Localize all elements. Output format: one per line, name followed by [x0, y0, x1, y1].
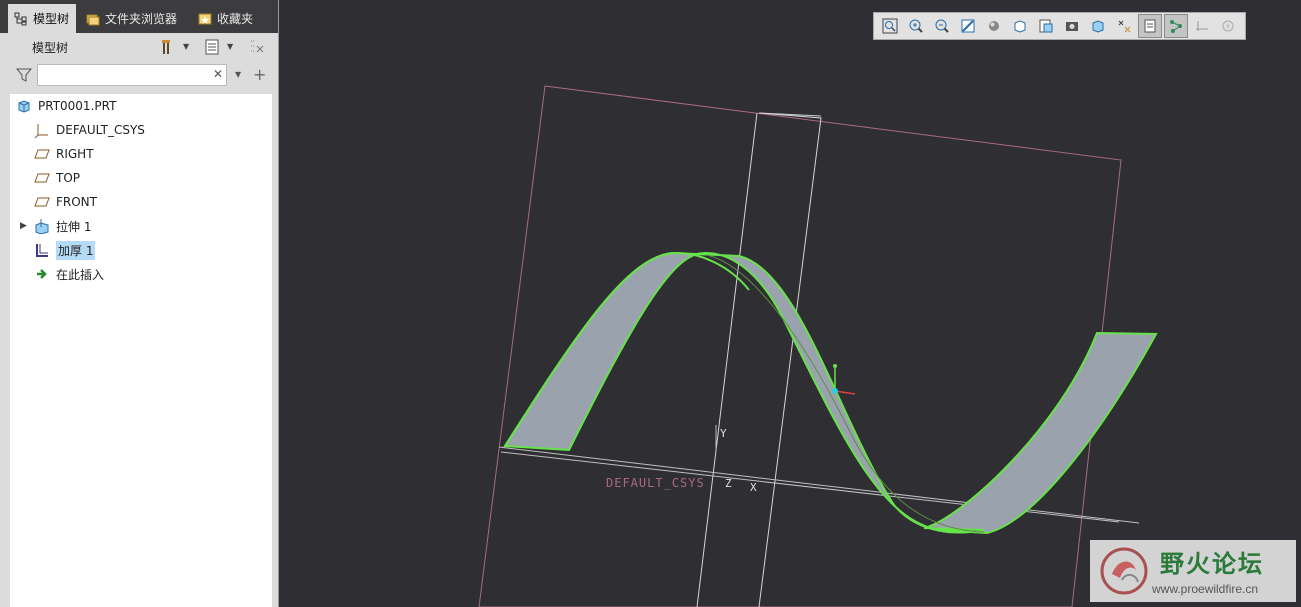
- display-style-icon[interactable]: [982, 14, 1006, 38]
- columns-icon[interactable]: [248, 38, 266, 56]
- tree-root-part[interactable]: PRT0001.PRT: [16, 95, 116, 117]
- tree-item-label: 加厚 1: [56, 240, 96, 260]
- axis-y-label: Y: [720, 427, 727, 440]
- axis-x-label: X: [750, 481, 757, 494]
- filter-input[interactable]: [37, 64, 227, 86]
- tree-item-default-csys[interactable]: DEFAULT_CSYS: [34, 119, 145, 141]
- datum-plane-right: [696, 112, 822, 607]
- proewildfire-logo-icon: [1100, 547, 1148, 595]
- graphics-window[interactable]: DEFAULT_CSYS Y Z X: [279, 0, 1301, 607]
- close-icon[interactable]: ✕: [213, 67, 223, 81]
- tab-favorites[interactable]: 收藏夹: [192, 4, 270, 33]
- model-canvas[interactable]: DEFAULT_CSYS Y Z X: [279, 0, 1301, 607]
- tree-item-insert-here[interactable]: 在此插入: [34, 263, 104, 285]
- spin-center-icon[interactable]: [1086, 14, 1110, 38]
- view-manager-icon[interactable]: [1034, 14, 1058, 38]
- tab-label: 收藏夹: [217, 12, 254, 26]
- datum-plane-icon: [34, 173, 50, 183]
- plane-display-icon[interactable]: [1138, 14, 1162, 38]
- tree-item-label: RIGHT: [56, 147, 94, 161]
- thicken-icon: [36, 244, 48, 257]
- chevron-down-icon[interactable]: ▼: [183, 42, 189, 51]
- tree-item-front[interactable]: FRONT: [34, 191, 97, 213]
- annotation-display-icon[interactable]: [1112, 14, 1136, 38]
- axis-z-label: Z: [725, 477, 732, 490]
- repaint-icon[interactable]: [956, 14, 980, 38]
- tree-item-label: PRT0001.PRT: [38, 99, 117, 113]
- point-display-icon[interactable]: [1190, 14, 1214, 38]
- refit-icon[interactable]: [878, 14, 902, 38]
- csys-icon: [34, 124, 48, 138]
- insert-here-icon: [37, 269, 47, 279]
- tools-icon[interactable]: [160, 38, 178, 56]
- model-tree-panel: 模型树 文件夹浏览器 收藏夹 模型树 ▼ ▼ ✕ ▼ + PRT0001.PRT: [0, 0, 279, 607]
- saved-views-icon[interactable]: [1008, 14, 1032, 38]
- model-tree: PRT0001.PRT DEFAULT_CSYS RIGHT TOP FRONT…: [10, 94, 272, 607]
- triad-origin: [832, 388, 838, 394]
- chevron-down-icon[interactable]: ▼: [227, 42, 233, 51]
- filter-icon[interactable]: [15, 66, 33, 84]
- graphics-toolbar: [873, 12, 1246, 40]
- tab-label: 模型树: [33, 12, 70, 26]
- csys-display-icon[interactable]: [1216, 14, 1240, 38]
- filter-row: ✕ ▼ +: [0, 62, 278, 88]
- tree-item-label: 拉伸 1: [56, 219, 92, 234]
- axis-display-icon[interactable]: [1164, 14, 1188, 38]
- tree-item-label: DEFAULT_CSYS: [56, 123, 145, 137]
- tab-model-tree[interactable]: 模型树: [8, 4, 76, 33]
- navigator-tabs: 模型树 文件夹浏览器 收藏夹: [0, 0, 278, 33]
- perspective-icon[interactable]: [1060, 14, 1084, 38]
- zoom-in-icon[interactable]: [904, 14, 928, 38]
- model-tree-toolbar: 模型树 ▼ ▼: [0, 34, 278, 60]
- tree-item-label: TOP: [56, 171, 81, 185]
- folder-browser-icon: [86, 14, 100, 25]
- datum-plane-icon: [34, 149, 50, 159]
- watermark-title: 野火论坛: [1160, 550, 1264, 578]
- panel-title: 模型树: [32, 41, 69, 55]
- list-icon[interactable]: [203, 38, 221, 56]
- tree-item-right[interactable]: RIGHT: [34, 143, 94, 165]
- expand-arrow-icon[interactable]: ▶: [20, 221, 27, 231]
- tree-item-thicken-1[interactable]: 加厚 1: [34, 239, 96, 261]
- tree-item-extrude-1[interactable]: 拉伸 1: [34, 215, 91, 237]
- watermark: 野火论坛 www.proewildfire.cn: [1090, 540, 1296, 602]
- extrude-icon: [35, 219, 49, 234]
- part-icon: [18, 100, 30, 113]
- datum-plane-icon: [34, 197, 50, 207]
- tree-item-top[interactable]: TOP: [34, 167, 80, 189]
- tree-icon: [14, 12, 27, 25]
- watermark-url: www.proewildfire.cn: [1152, 582, 1259, 596]
- favorites-icon: [198, 13, 212, 24]
- tab-label: 文件夹浏览器: [105, 12, 178, 26]
- chevron-down-icon[interactable]: ▼: [235, 70, 241, 79]
- zoom-out-icon[interactable]: [930, 14, 954, 38]
- csys-label: DEFAULT_CSYS: [606, 476, 705, 490]
- tree-item-label: FRONT: [56, 195, 97, 209]
- plus-icon[interactable]: +: [253, 65, 266, 84]
- tree-item-label: 在此插入: [56, 267, 105, 282]
- thicken-feature-surface: [503, 251, 1158, 535]
- tab-folder-browser[interactable]: 文件夹浏览器: [80, 4, 188, 33]
